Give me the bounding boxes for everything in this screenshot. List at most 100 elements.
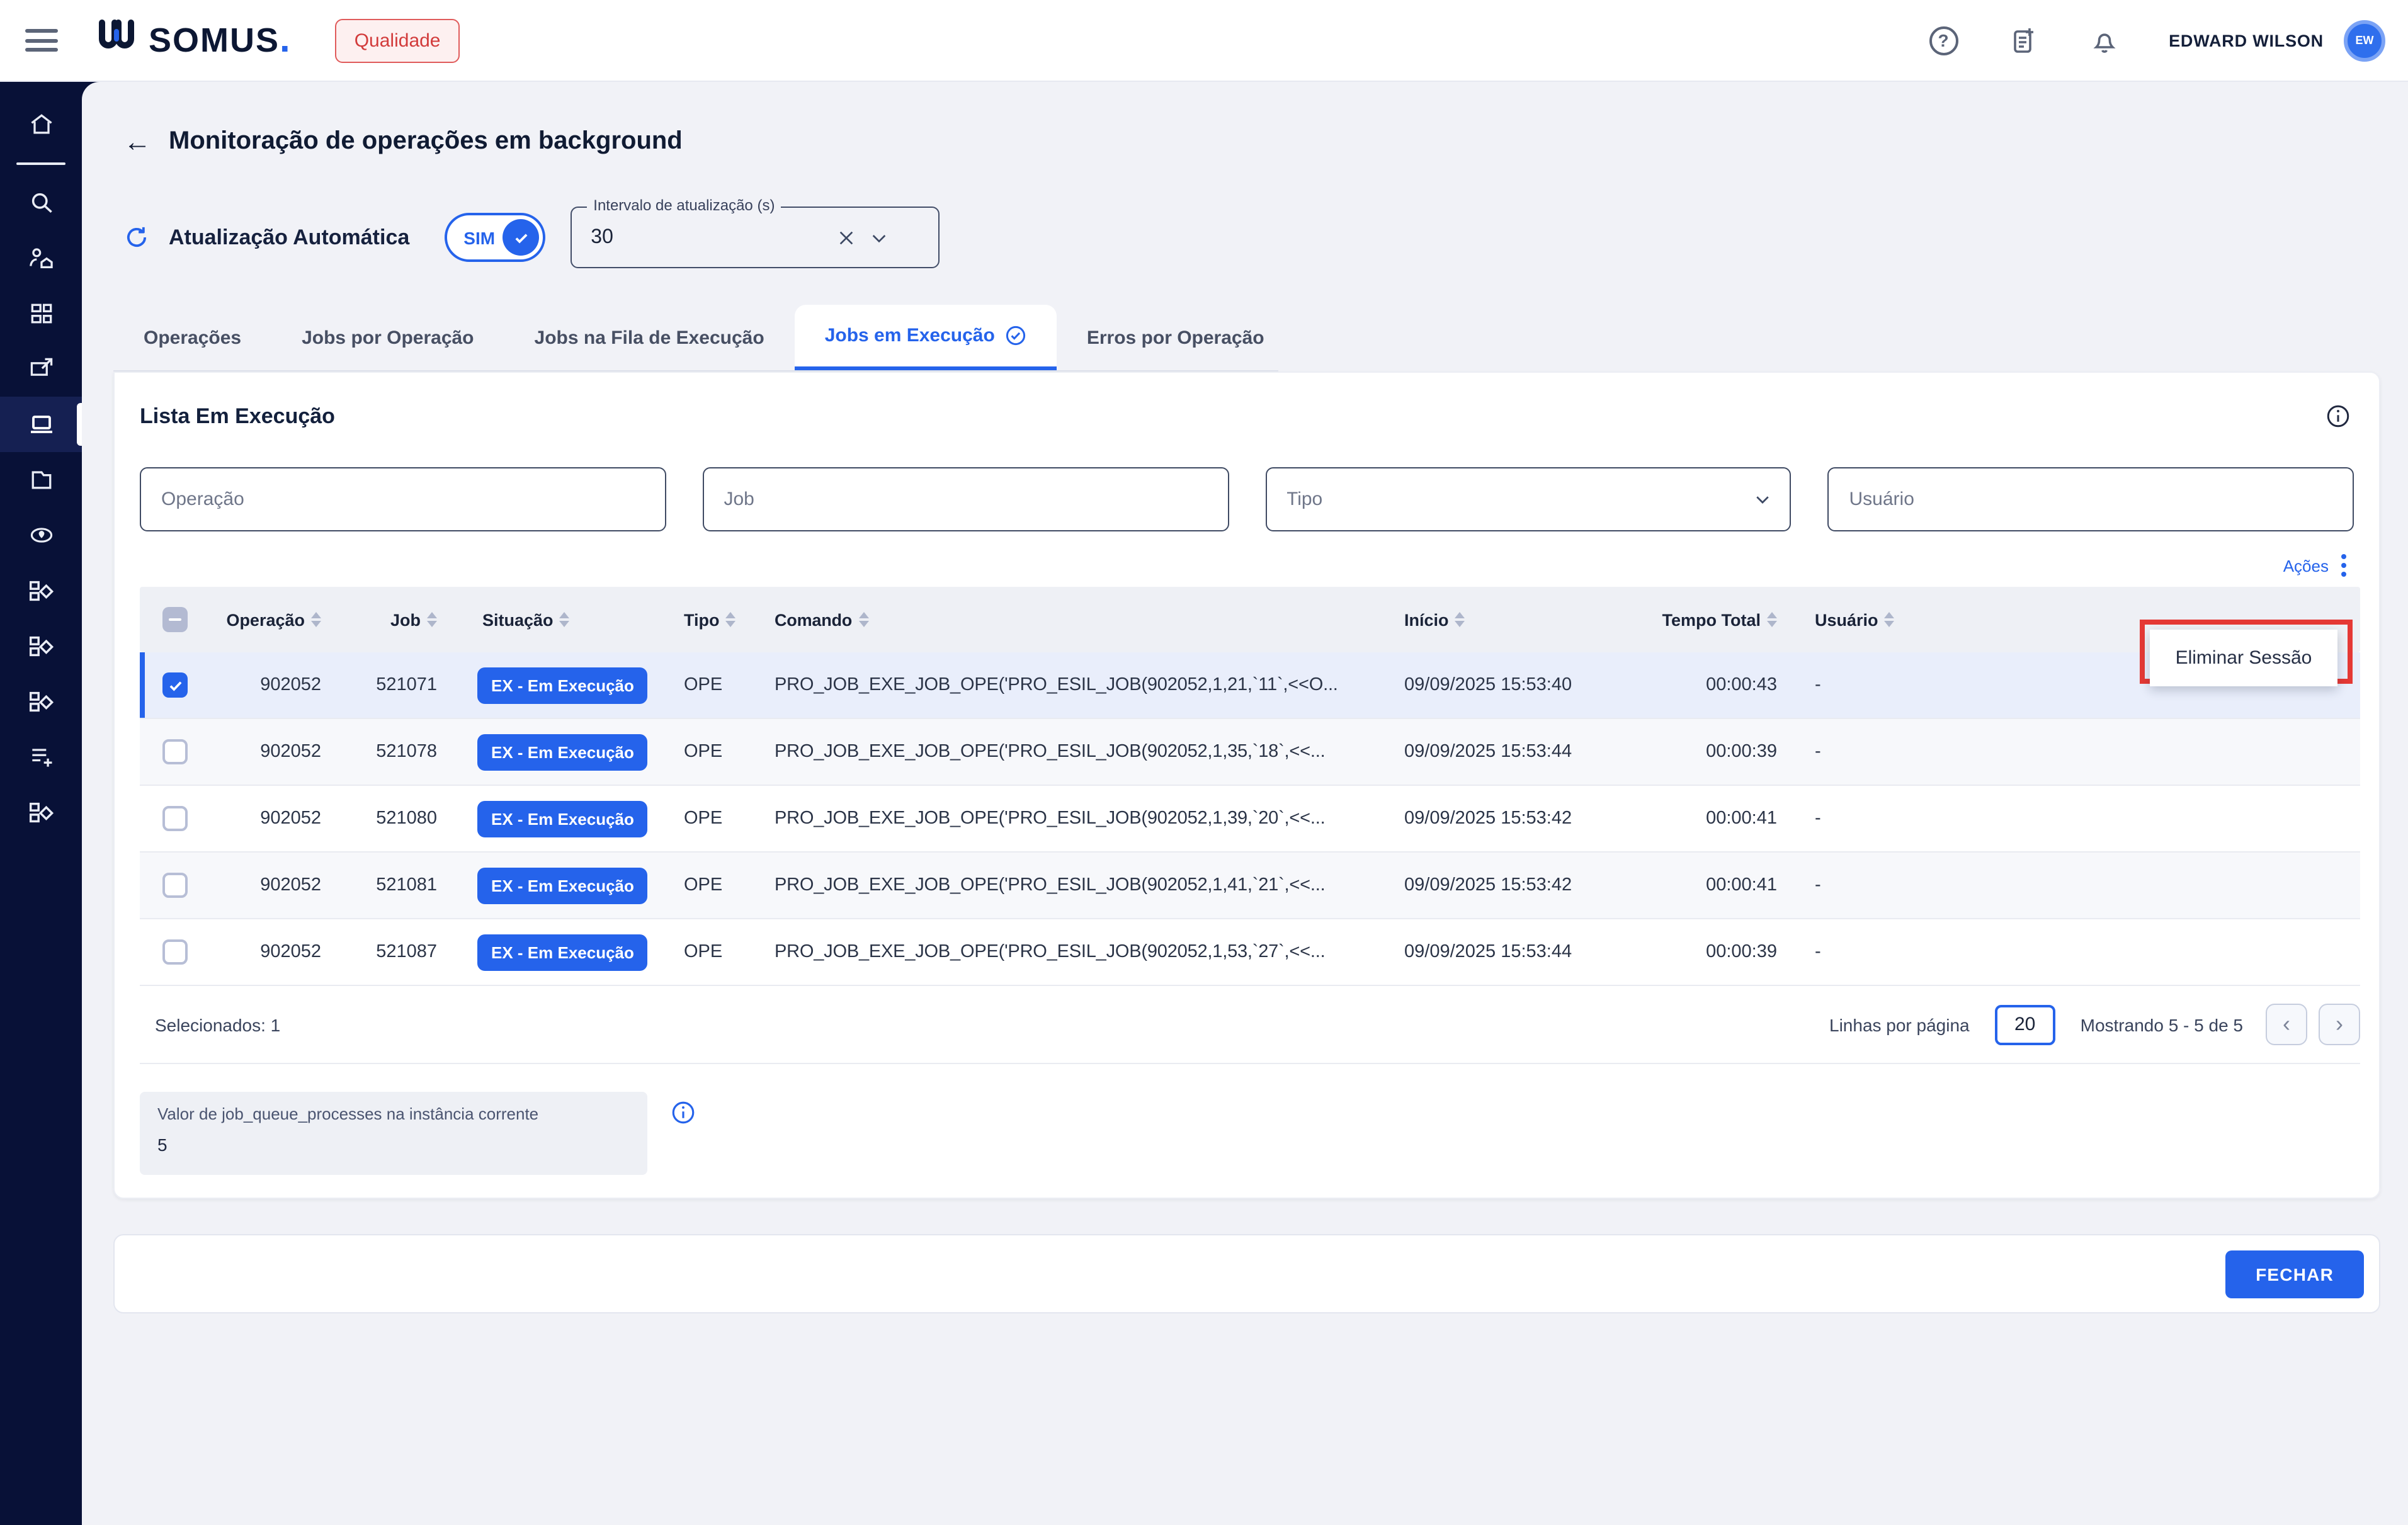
sidebar-divider [16,162,65,165]
sort-icon [427,612,437,627]
topbar-actions: ? EDWARD WILSON EW [1927,20,2408,61]
col-header-comando[interactable]: Comando [775,610,868,629]
brand-dot: . [280,19,290,62]
tab-jobs-em-execucao[interactable]: Jobs em Execução [795,305,1057,370]
page-title: Monitoração de operações em background [169,127,683,156]
filter-usuario-input[interactable] [1849,489,2341,510]
card-title: Lista Em Execução [140,404,335,429]
sidebar-item-modules-2[interactable] [0,618,82,674]
chevron-down-icon[interactable] [1754,490,1773,509]
row-checkbox[interactable] [162,806,188,831]
menu-item-eliminar-sessao[interactable]: Eliminar Sessão [2150,630,2337,686]
help-icon[interactable]: ? [1927,24,1960,57]
app-window: somus. Qualidade ? EDWARD WILSON [0,0,2408,1525]
user-name: EDWARD WILSON [2169,31,2324,50]
jobs-table: Operação Job Situação Tipo Comando Iníci… [140,587,2360,986]
main-content: ← Monitoração de operações em background… [82,82,2408,1525]
row-checkbox[interactable] [162,672,188,698]
status-badge: EX - Em Execução [477,867,648,904]
rows-per-page-input[interactable] [1995,1004,2055,1045]
tab-jobs-na-fila[interactable]: Jobs na Fila de Execução [504,305,795,370]
brand-logo: somus. [98,19,290,62]
col-header-operacao[interactable]: Operação [226,610,321,629]
sort-icon [1455,612,1465,627]
chevron-down-icon[interactable] [863,227,895,247]
table-row[interactable]: 902052 521071 EX - Em Execução OPE PRO_J… [140,652,2360,719]
avatar[interactable]: EW [2344,20,2385,61]
tab-jobs-por-operacao[interactable]: Jobs por Operação [271,305,504,370]
sidebar-item-external-link[interactable] [0,341,82,397]
sidebar-item-search[interactable] [0,175,82,230]
sort-icon [1767,612,1777,627]
filter-job [703,467,1229,531]
sidebar-item-location[interactable] [0,507,82,563]
tabs: Operações Jobs por Operação Jobs na Fila… [113,306,1278,371]
clear-icon[interactable] [830,227,863,247]
sort-icon [1885,612,1895,627]
sidebar [0,82,82,1525]
col-header-job[interactable]: Job [390,610,437,629]
back-button[interactable]: ← [123,128,151,156]
filter-usuario [1828,467,2354,531]
environment-badge: Qualidade [336,18,460,62]
notifications-bell-icon[interactable] [2088,24,2121,57]
topbar: somus. Qualidade ? EDWARD WILSON [0,0,2408,82]
toggle-value: SIM [463,227,495,247]
filter-tipo[interactable] [1265,467,1792,531]
list-card: Lista Em Execução [113,371,2380,1199]
interval-input[interactable] [591,226,830,249]
sidebar-item-modules-3[interactable] [0,674,82,729]
check-circle-icon [1005,325,1026,346]
sidebar-item-home[interactable] [0,97,82,152]
interval-field: Intervalo de atualização (s) [571,207,940,268]
tab-operacoes[interactable]: Operações [113,305,271,370]
sidebar-item-dashboard[interactable] [0,286,82,341]
table-row[interactable]: 902052 521078 EX - Em Execução OPE PRO_J… [140,719,2360,786]
brand-name: somus [149,21,280,60]
info-icon[interactable] [2325,403,2351,429]
sidebar-item-modules-1[interactable] [0,563,82,618]
sidebar-item-patients[interactable] [0,230,82,286]
close-button[interactable]: FECHAR [2225,1250,2364,1298]
table-header-row: Operação Job Situação Tipo Comando Iníci… [140,587,2360,652]
actions-menu-label[interactable]: Ações [2283,556,2329,575]
auto-refresh-toggle[interactable]: SIM [445,213,545,262]
col-header-inicio[interactable]: Início [1404,610,1465,629]
info-icon[interactable] [670,1099,696,1126]
job-queue-info-box: Valor de job_queue_processes na instânci… [140,1092,647,1175]
sort-icon [560,612,570,627]
annotation-highlight-box: Eliminar Sessão [2140,620,2353,684]
sidebar-item-monitoring[interactable] [0,397,82,452]
kebab-menu-icon[interactable] [2341,554,2346,577]
job-queue-value: 5 [157,1135,630,1155]
job-queue-label: Valor de job_queue_processes na instânci… [157,1104,630,1123]
table-row[interactable]: 902052 521080 EX - Em Execução OPE PRO_J… [140,786,2360,853]
row-checkbox[interactable] [162,873,188,898]
auto-refresh-label: Atualização Automática [169,225,409,250]
col-header-tempo-total[interactable]: Tempo Total [1662,610,1778,629]
table-row[interactable]: 902052 521087 EX - Em Execução OPE PRO_J… [140,919,2360,986]
select-all-checkbox[interactable] [162,607,188,632]
table-row[interactable]: 902052 521081 EX - Em Execução OPE PRO_J… [140,853,2360,919]
refresh-icon[interactable] [123,224,150,251]
col-header-tipo[interactable]: Tipo [684,610,736,629]
previous-page-button[interactable]: ‹ [2266,1004,2307,1045]
col-header-situacao[interactable]: Situação [482,610,570,629]
row-checkbox[interactable] [162,739,188,764]
tab-erros-por-operacao[interactable]: Erros por Operação [1057,305,1295,370]
footer-bar: FECHAR [113,1234,2380,1313]
brand-mark-icon [98,19,141,58]
next-page-button[interactable]: › [2319,1004,2360,1045]
sidebar-item-modules-4[interactable] [0,785,82,840]
col-header-usuario[interactable]: Usuário [1815,610,1895,629]
sidebar-item-list-add[interactable] [0,729,82,785]
selected-count: Selecionados: 1 [155,1014,280,1035]
menu-hamburger-icon[interactable] [25,29,58,52]
release-notes-icon[interactable] [2008,24,2040,57]
sidebar-item-documents[interactable] [0,452,82,507]
filter-tipo-select[interactable] [1286,489,1741,510]
row-checkbox[interactable] [162,939,188,965]
filter-operacao-input[interactable] [161,489,652,510]
filter-operacao [140,467,666,531]
filter-job-input[interactable] [724,489,1215,510]
